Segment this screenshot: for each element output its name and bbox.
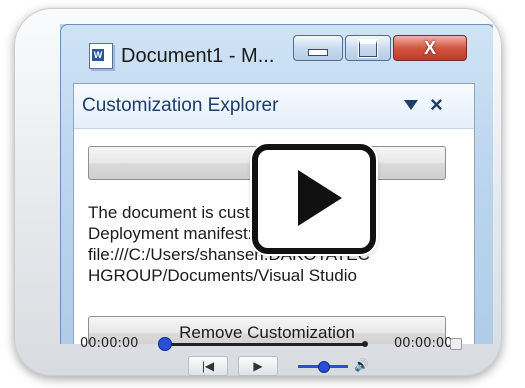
window-titlebar[interactable]: W Document1 - M... X	[61, 25, 493, 77]
close-button[interactable]: X	[393, 35, 467, 61]
pane-title: Customization Explorer	[82, 95, 279, 116]
seek-end-marker	[362, 341, 368, 347]
total-time: 00:00:00	[394, 336, 453, 351]
maximize-button[interactable]	[345, 35, 391, 61]
chevron-down-icon[interactable]	[404, 100, 418, 110]
player-controls: 00:00:00 00:00:00 |◀ ▶ 🔊	[14, 330, 502, 376]
previous-icon: |◀	[201, 359, 215, 373]
current-time: 00:00:00	[80, 336, 139, 351]
close-icon: X	[423, 38, 436, 58]
volume-icon[interactable]: 🔊	[354, 358, 369, 372]
seek-bar[interactable]	[164, 343, 364, 346]
play-overlay-button[interactable]	[252, 144, 376, 254]
play-button[interactable]: ▶	[238, 356, 278, 376]
minimize-button[interactable]	[293, 35, 343, 61]
previous-button[interactable]: |◀	[188, 356, 228, 376]
play-small-icon: ▶	[253, 359, 263, 373]
pane-close-icon[interactable]: ×	[430, 92, 443, 118]
video-screen[interactable]: W Document1 - M... X Customization Explo…	[60, 24, 493, 344]
fullscreen-icon[interactable]	[450, 338, 462, 350]
maximize-icon	[358, 38, 378, 58]
status-line: HGROUP/Documents/Visual Studio	[88, 266, 357, 285]
volume-thumb[interactable]	[318, 361, 330, 373]
word-icon-letter: W	[92, 49, 104, 61]
video-player: W Document1 - M... X Customization Explo…	[14, 8, 502, 376]
seek-thumb[interactable]	[158, 337, 172, 351]
play-icon	[298, 170, 342, 226]
word-document-icon: W	[89, 43, 113, 69]
window-title: Document1 - M...	[121, 45, 275, 67]
minimize-icon	[308, 48, 328, 56]
pane-header: Customization Explorer ×	[74, 84, 474, 129]
